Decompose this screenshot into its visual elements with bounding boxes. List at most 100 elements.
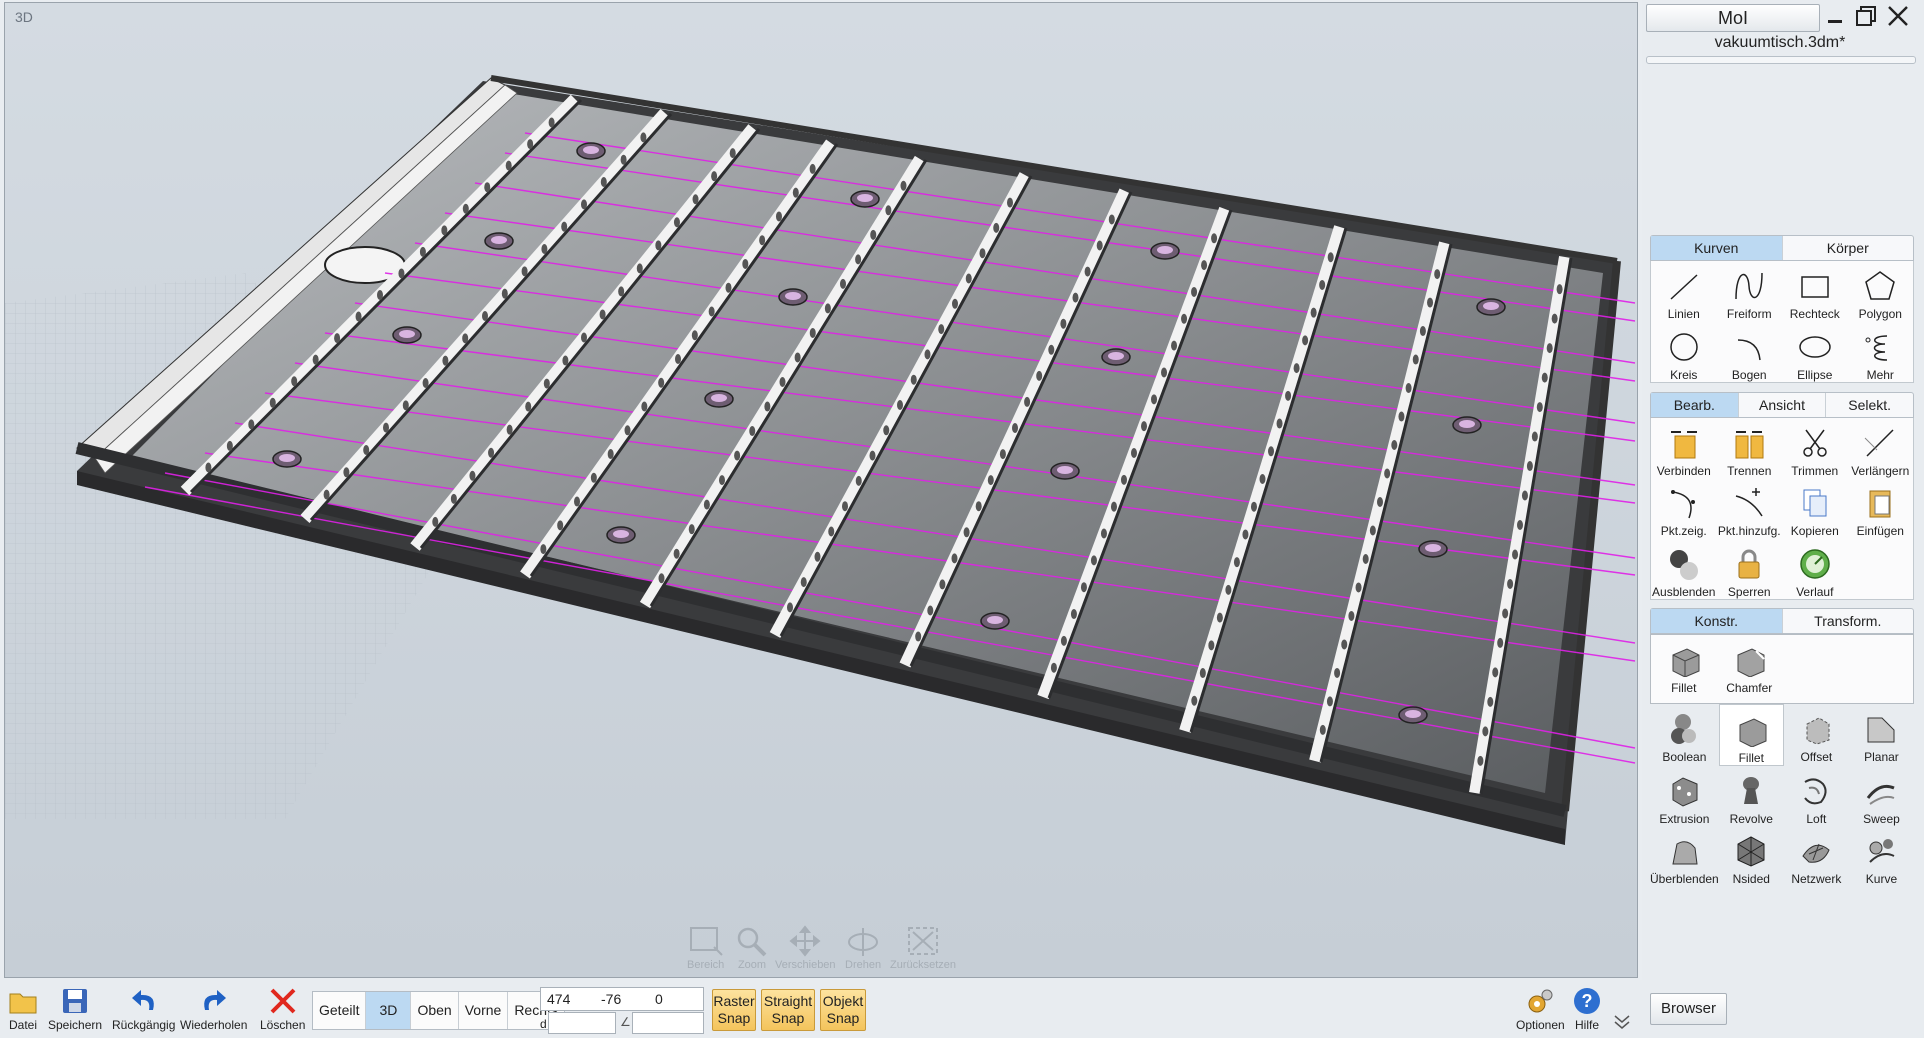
tool-extrusion[interactable]: Extrusion [1650,766,1719,826]
help-button[interactable]: ? Hilfe [1572,986,1602,1032]
tool-ueberblenden-label: Überblenden [1650,872,1719,886]
tool-sperren[interactable]: Sperren [1717,539,1783,599]
rib-hole [402,400,409,411]
tool-revolve[interactable]: Revolve [1719,766,1784,826]
view-tab-vorne[interactable]: Vorne [459,992,509,1029]
minimize-icon[interactable] [1824,4,1848,28]
tool-loft[interactable]: Loft [1784,766,1849,826]
rib-hole [1050,662,1057,673]
tool-linien[interactable]: Linien [1651,261,1717,321]
tool-verlauf[interactable]: Verlauf [1782,539,1848,599]
tool-rechteck[interactable]: Rechteck [1782,261,1848,321]
tool-freiform-label: Freiform [1726,307,1772,321]
suction-nozzle-inner [1405,710,1421,718]
view-nav-reset[interactable]: Zurücksetzen [890,925,956,971]
tab-transform[interactable]: Transform. [1783,609,1914,633]
view-nav-area[interactable]: Bereich [687,925,724,971]
tool-netzwerk[interactable]: Netzwerk [1784,826,1849,886]
tool-chamfer[interactable]: Chamfer [1717,635,1783,695]
tool-ellipse[interactable]: Ellipse [1782,322,1848,382]
rib-hole [711,171,718,182]
tool-fillet-flyout[interactable]: Fillet [1651,635,1717,695]
tool-nsided-label: Nsided [1732,872,1770,886]
distance-input[interactable] [548,1012,616,1034]
rib-hole [291,376,298,387]
rib-hole [1191,695,1198,706]
nsided-icon [1737,836,1765,867]
offset-icon [1806,717,1830,745]
object-snap-button[interactable]: Objekt Snap [820,989,866,1031]
planar-icon [1867,717,1895,743]
tool-kreis[interactable]: Kreis [1651,322,1717,382]
view-tab-geteilt[interactable]: Geteilt [313,992,367,1029]
rib-hole [541,244,548,255]
rib-hole [1120,474,1127,485]
extrusion-icon [1672,777,1698,807]
tool-pkt-zeig[interactable]: Pkt.zeig. [1651,478,1717,538]
rib-hole [1302,335,1309,346]
view-nav-zoom[interactable]: Zoom [734,925,770,971]
options-button-label: Optionen [1516,1018,1565,1032]
tab-ansicht[interactable]: Ansicht [1739,393,1827,417]
close-icon[interactable] [1886,4,1910,28]
tab-konstr[interactable]: Konstr. [1651,609,1783,633]
ellipse-icon [1799,335,1831,358]
options-button[interactable]: Optionen [1516,986,1565,1032]
tool-verlaengern[interactable]: Verlängern [1848,418,1914,478]
tab-kurven[interactable]: Kurven [1651,236,1783,260]
straight-snap-button[interactable]: Straight Snap [761,989,815,1031]
rib-hole [442,355,449,366]
tool-verbinden[interactable]: Verbinden [1651,418,1717,478]
coordinate-input[interactable]: 474 -76 0 [540,987,704,1011]
3d-viewport[interactable]: 3D Bereich Zoom Verschieben Drehen Zurüc… [4,2,1638,978]
tool-extrusion-label: Extrusion [1659,812,1710,826]
tool-bogen[interactable]: Bogen [1717,322,1783,382]
file-button[interactable]: Datei [8,986,38,1032]
tool-boolean[interactable]: Boolean [1650,704,1719,764]
redo-button[interactable]: Wiederholen [180,986,247,1032]
tool-fillet[interactable]: Fillet [1718,704,1784,766]
rib-hole [1060,635,1067,646]
tool-trennen-label: Trennen [1727,464,1772,478]
rib-hole [521,266,528,277]
rib-hole [398,268,405,279]
grid-snap-button[interactable]: Raster Snap [712,989,756,1031]
tool-ausblenden[interactable]: Ausblenden [1651,539,1717,599]
tool-freiform[interactable]: Freiform [1717,261,1783,321]
tab-selekt[interactable]: Selekt. [1826,393,1913,417]
save-button[interactable]: Speichern [48,986,102,1032]
tool-mehr-label: Mehr [1866,367,1894,382]
view-nav-rotate[interactable]: Drehen [845,925,881,971]
browser-button[interactable]: Browser [1650,993,1727,1025]
rib-hole [469,470,476,481]
tool-pkt-hinzufg[interactable]: Pkt.hinzufg. [1717,478,1783,538]
tool-trennen[interactable]: Trennen [1717,418,1783,478]
angle-input[interactable] [632,1012,704,1034]
view-nav-pan[interactable]: Verschieben [775,925,836,971]
chevron-down-icon[interactable] [1612,1012,1632,1032]
tool-offset[interactable]: Offset [1784,704,1849,764]
rib-hole [441,225,448,236]
tool-sweep[interactable]: Sweep [1849,766,1914,826]
tool-planar[interactable]: Planar [1849,704,1914,764]
tool-polygon[interactable]: Polygon [1848,261,1914,321]
tool-kurve[interactable]: Kurve [1849,826,1914,886]
tool-einfuegen[interactable]: Einfügen [1848,478,1914,538]
delete-button[interactable]: Löschen [260,986,305,1032]
3d-scene[interactable] [5,3,1638,978]
view-tab-3d[interactable]: 3D [366,992,412,1029]
tab-koerper[interactable]: Körper [1783,236,1914,260]
tab-bearb[interactable]: Bearb. [1651,393,1739,417]
tool-trimmen[interactable]: Trimmen [1782,418,1848,478]
tool-mehr[interactable]: Mehr [1848,322,1914,382]
tool-ueberblenden[interactable]: Überblenden [1650,826,1719,886]
tool-nsided[interactable]: Nsided [1719,826,1784,886]
tool-kopieren[interactable]: Kopieren [1782,478,1848,538]
view-tab-oben[interactable]: Oben [411,992,459,1029]
rib-hole [965,273,972,284]
rib-hole [624,425,631,436]
maximize-icon[interactable] [1854,4,1878,28]
undo-button[interactable]: Rückgängig [112,986,175,1032]
rib-hole [927,605,934,616]
tool-sperren-label: Sperren [1727,584,1771,599]
